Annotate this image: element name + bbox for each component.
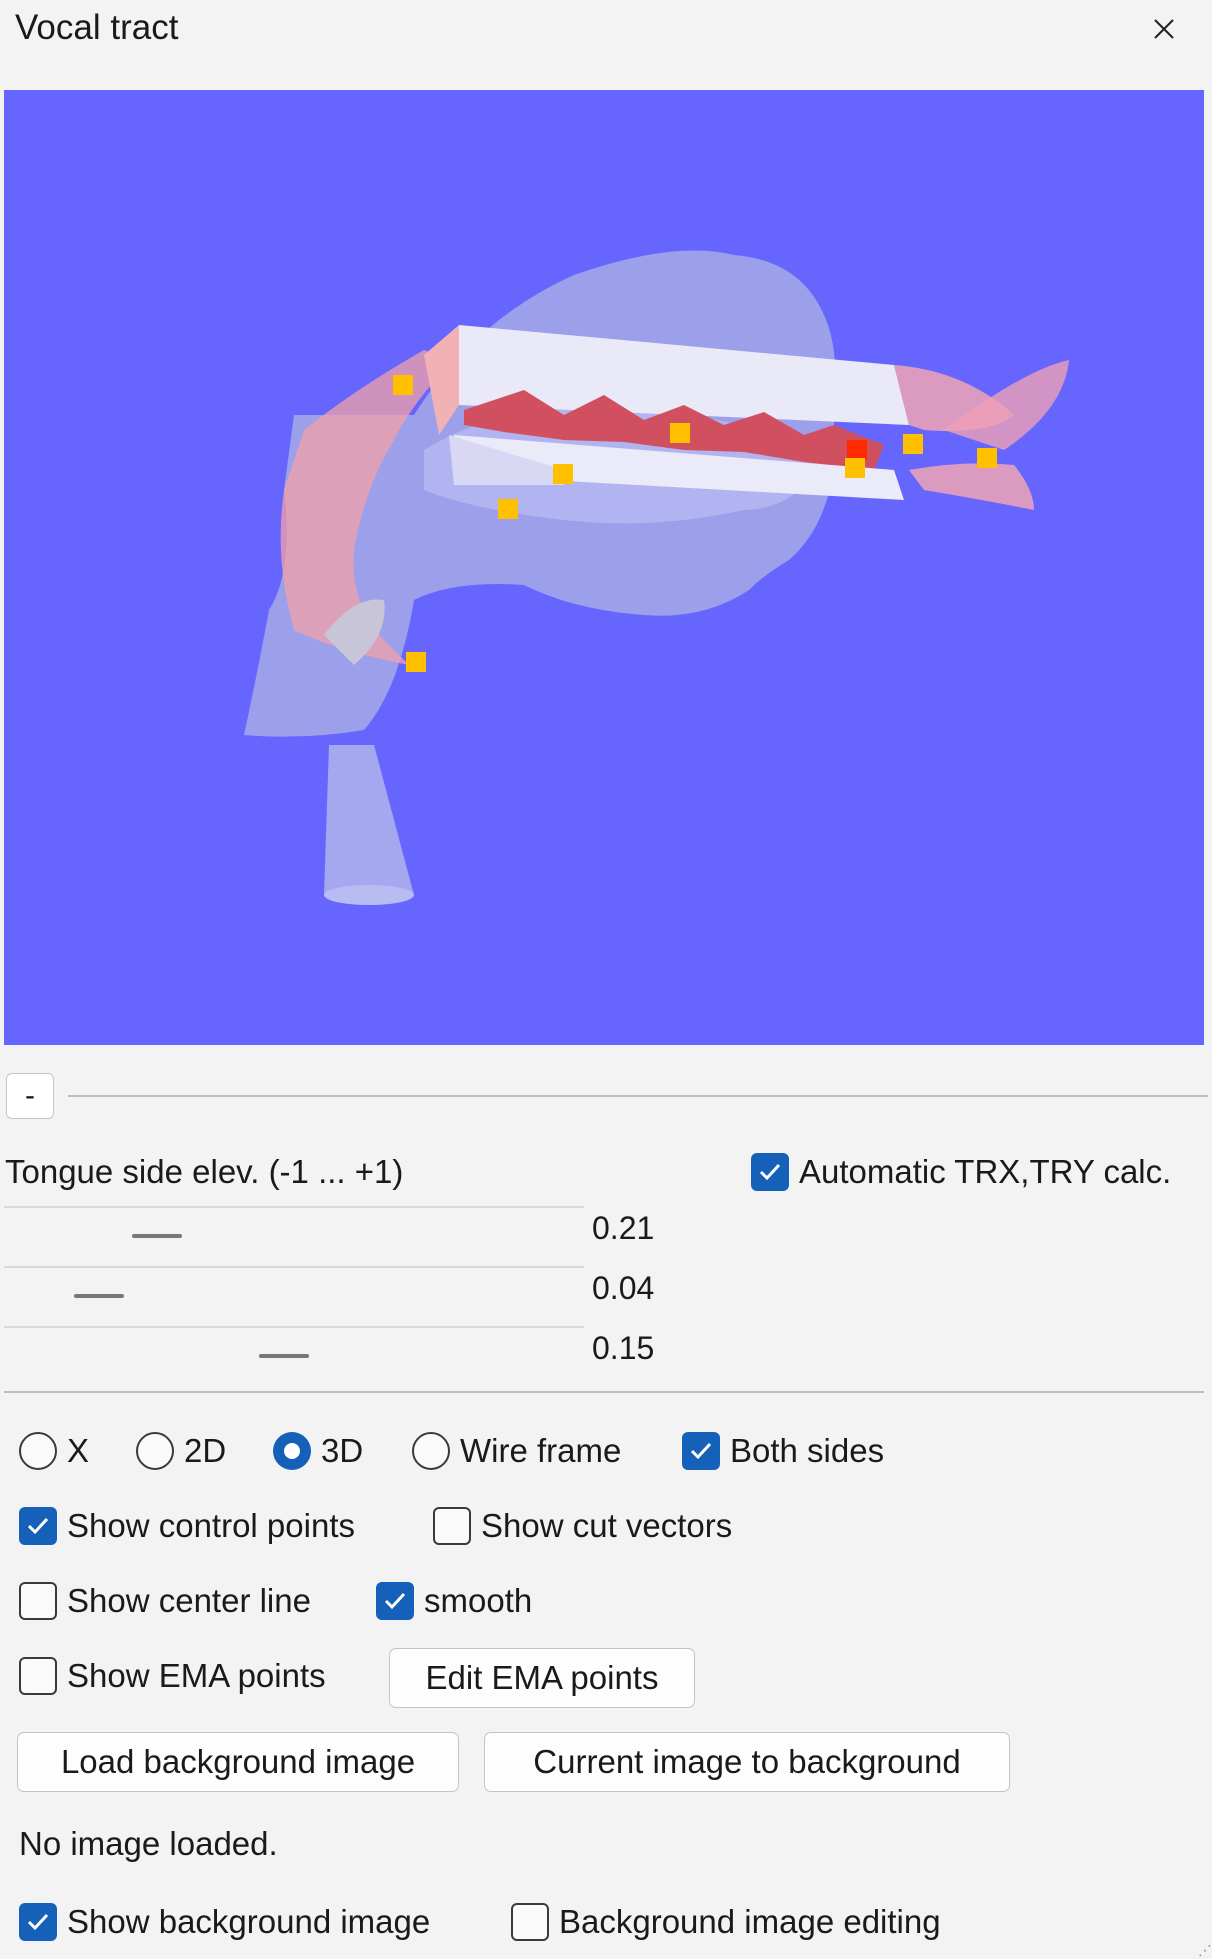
radio-wireframe-label: Wire frame <box>460 1432 622 1469</box>
current-image-to-background-button[interactable]: Current image to background <box>484 1732 1010 1792</box>
window-title: Vocal tract <box>15 8 179 47</box>
tongue-slider-2[interactable] <box>4 1266 584 1324</box>
control-point[interactable] <box>903 434 923 454</box>
edit-ema-points-button[interactable]: Edit EMA points <box>389 1648 695 1708</box>
slider-groove <box>4 1206 584 1208</box>
checkmark-icon <box>759 1163 781 1181</box>
radio-3d[interactable] <box>273 1432 311 1470</box>
control-point[interactable] <box>498 499 518 519</box>
slider-value: 0.15 <box>592 1330 655 1366</box>
show-ema-points-label: Show EMA points <box>67 1657 326 1694</box>
divider <box>4 1391 1204 1393</box>
close-icon <box>1154 19 1174 39</box>
tongue-side-elev-label: Tongue side elev. (-1 ... +1) <box>5 1153 404 1190</box>
tongue-slider-1[interactable] <box>4 1206 584 1264</box>
show-control-points-checkbox[interactable] <box>19 1507 57 1545</box>
slider-groove <box>4 1266 584 1268</box>
tongue-slider-3[interactable] <box>4 1326 584 1384</box>
load-background-image-button[interactable]: Load background image <box>17 1732 459 1792</box>
collapse-button[interactable]: - <box>6 1073 54 1119</box>
background-image-editing-checkbox[interactable] <box>511 1903 549 1941</box>
both-sides-label: Both sides <box>730 1432 885 1469</box>
control-point[interactable] <box>845 458 865 478</box>
checkmark-icon <box>384 1592 406 1610</box>
radio-3d-label: 3D <box>321 1432 364 1469</box>
radio-wireframe[interactable] <box>412 1432 450 1470</box>
divider <box>68 1095 1208 1097</box>
show-background-image-label: Show background image <box>67 1903 431 1940</box>
checkmark-icon <box>27 1913 49 1931</box>
auto-calc-label: Automatic TRX,TRY calc. <box>799 1153 1172 1190</box>
checkmark-icon <box>690 1442 712 1460</box>
control-point[interactable] <box>393 375 413 395</box>
slider-value: 0.21 <box>592 1210 655 1246</box>
control-point-selected[interactable] <box>847 440 867 460</box>
slider-thumb[interactable] <box>132 1234 182 1238</box>
radio-2d-label: 2D <box>184 1432 227 1469</box>
close-button[interactable] <box>1136 6 1192 52</box>
lower-lip <box>909 463 1034 510</box>
both-sides-checkbox[interactable] <box>682 1432 720 1470</box>
radio-x-label: X <box>67 1432 90 1469</box>
slider-thumb[interactable] <box>259 1354 309 1358</box>
checkmark-icon <box>27 1517 49 1535</box>
show-center-line-label: Show center line <box>67 1582 311 1619</box>
control-point[interactable] <box>977 448 997 468</box>
show-center-line-checkbox[interactable] <box>19 1582 57 1620</box>
control-point[interactable] <box>553 464 573 484</box>
show-cut-vectors-label: Show cut vectors <box>481 1507 733 1544</box>
control-point[interactable] <box>670 423 690 443</box>
title-bar: Vocal tract <box>0 0 1212 80</box>
smooth-label: smooth <box>424 1582 533 1619</box>
trachea-end <box>324 885 414 905</box>
vocal-tract-3d-view[interactable] <box>4 90 1204 1045</box>
show-ema-points-checkbox[interactable] <box>19 1657 57 1695</box>
resize-grip-icon[interactable]: ⋰ <box>1198 1942 1212 1959</box>
radio-2d[interactable] <box>136 1432 174 1470</box>
show-background-image-checkbox[interactable] <box>19 1903 57 1941</box>
background-status-text: No image loaded. <box>19 1825 278 1862</box>
slider-groove <box>4 1326 584 1328</box>
show-control-points-label: Show control points <box>67 1507 355 1544</box>
auto-calc-checkbox[interactable] <box>751 1153 789 1191</box>
radio-x[interactable] <box>19 1432 57 1470</box>
slider-thumb[interactable] <box>74 1294 124 1298</box>
trachea-shape <box>324 745 414 900</box>
control-point[interactable] <box>406 652 426 672</box>
smooth-checkbox[interactable] <box>376 1582 414 1620</box>
background-image-editing-label: Background image editing <box>559 1903 941 1940</box>
show-cut-vectors-checkbox[interactable] <box>433 1507 471 1545</box>
slider-value: 0.04 <box>592 1270 655 1306</box>
